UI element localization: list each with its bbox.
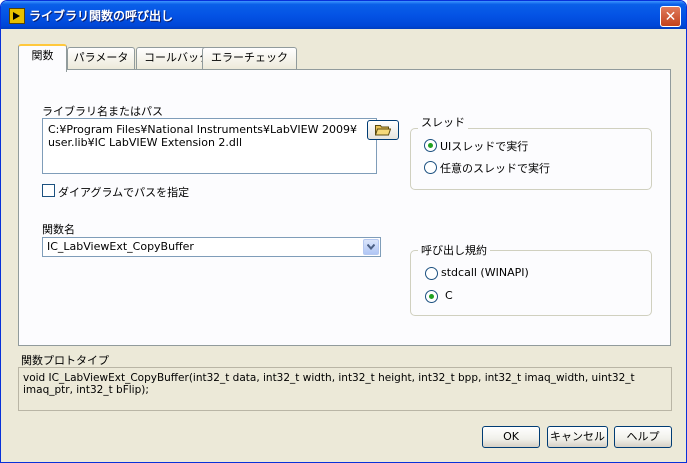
close-button[interactable]: ✕ [660,6,681,27]
prototype-text: void IC_LabViewExt_CopyBuffer(int32_t da… [23,372,635,396]
help-button[interactable]: ヘルプ [614,426,672,448]
dialog-window: ライブラリ関数の呼び出し ✕ 関数 パラメータ コールバック エラーチェック ラ… [0,0,687,463]
function-name-dropdown-button[interactable] [363,239,379,255]
thread-any-radio[interactable] [424,161,437,174]
thread-ui-radio[interactable] [424,139,437,152]
function-tab-panel: ライブラリ名またはパス C:¥Program Files¥National In… [18,69,671,346]
diagram-path-checkbox-label: ダイアグラムでパスを指定 [58,186,190,199]
tab-error-checking[interactable]: エラーチェック [202,47,297,70]
c-radio-label: C [445,289,453,302]
tab-function[interactable]: 関数 [18,44,67,72]
library-path-input[interactable]: C:¥Program Files¥National Instruments¥La… [42,118,377,174]
diagram-path-checkbox[interactable] [42,184,55,197]
thread-any-radio-label: 任意のスレッドで実行 [440,162,550,175]
c-radio[interactable] [425,290,438,303]
library-path-label: ライブラリ名またはパス [42,105,163,118]
prototype-box: void IC_LabViewExt_CopyBuffer(int32_t da… [18,367,672,411]
function-name-value: IC_LabViewExt_CopyBuffer [47,240,194,253]
folder-open-icon [375,125,391,136]
library-path-text: C:¥Program Files¥National Instruments¥La… [48,123,357,149]
thread-ui-radio-label: UIスレッドで実行 [440,140,529,153]
stdcall-radio-label: stdcall (WINAPI) [441,266,529,279]
ok-button[interactable]: OK [482,426,540,448]
thread-group-label: スレッド [418,114,468,130]
title-bar[interactable]: ライブラリ関数の呼び出し ✕ [1,1,686,29]
calling-convention-label: 呼び出し規約 [418,242,490,258]
cancel-button[interactable]: キャンセル [547,426,608,448]
tab-parameters[interactable]: パラメータ [67,47,135,70]
prototype-label: 関数プロトタイプ [21,354,109,367]
chevron-down-icon [367,244,375,250]
stdcall-radio[interactable] [425,267,438,280]
labview-app-icon [9,8,25,24]
window-title: ライブラリ関数の呼び出し [29,9,174,23]
function-name-select[interactable]: IC_LabViewExt_CopyBuffer [42,237,381,257]
function-name-label: 関数名 [42,223,75,236]
close-icon: ✕ [664,8,677,25]
calling-convention-group [410,250,652,316]
browse-button[interactable] [367,120,399,140]
